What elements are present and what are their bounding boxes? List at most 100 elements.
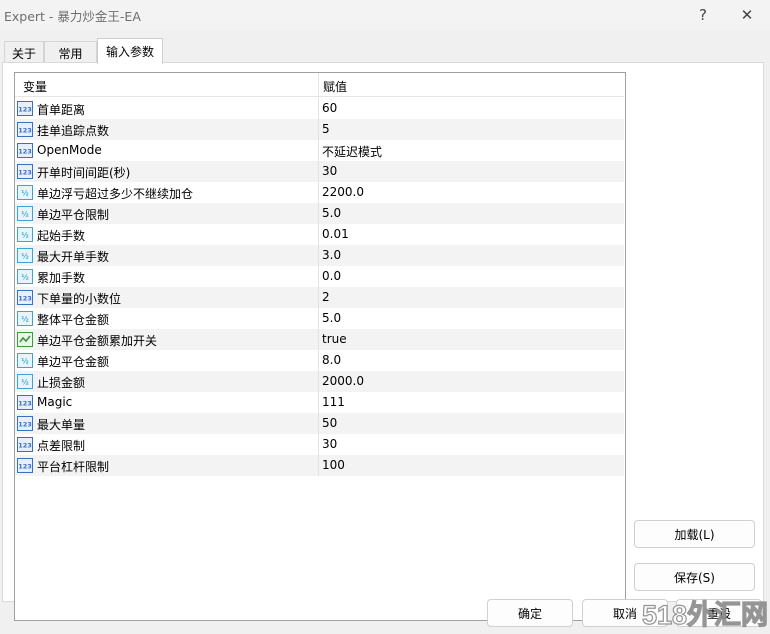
svg-text:518外汇网: 518外汇网	[642, 600, 768, 630]
svg-text:½: ½	[21, 253, 28, 261]
double-icon: ½	[17, 374, 33, 389]
double-icon: ½	[17, 227, 33, 242]
double-icon: ½	[17, 206, 33, 221]
cell-divider	[318, 455, 319, 476]
svg-text:½: ½	[21, 379, 28, 387]
double-icon: ½	[17, 269, 33, 284]
svg-text:½: ½	[21, 190, 28, 198]
svg-text:123: 123	[18, 106, 32, 114]
parameter-value[interactable]: 100	[322, 458, 345, 472]
int-123-icon: 123	[17, 395, 33, 410]
load-button[interactable]: 加载(L)	[634, 520, 755, 548]
column-header-value[interactable]: 赋值	[323, 78, 347, 95]
table-row[interactable]: 123 OpenMode 不延迟模式	[15, 140, 624, 161]
parameter-value[interactable]: 5.0	[322, 311, 341, 325]
parameter-value[interactable]: 不延迟模式	[322, 143, 382, 160]
parameter-value[interactable]: 5.0	[322, 206, 341, 220]
parameter-name: 累加手数	[37, 271, 86, 285]
help-button[interactable]: ?	[680, 0, 726, 30]
parameter-value[interactable]: 0.01	[322, 227, 349, 241]
parameter-value[interactable]: 0.0	[322, 269, 341, 283]
parameter-name: Magic	[37, 395, 73, 409]
parameter-name: 点差限制	[37, 439, 86, 453]
svg-text:½: ½	[21, 358, 28, 366]
table-row[interactable]: ½ 最大开单手数 3.0	[15, 245, 624, 266]
table-row[interactable]: 123 开单时间间距(秒) 30	[15, 161, 624, 182]
parameter-value[interactable]: 2200.0	[322, 185, 364, 199]
cell-divider	[318, 287, 319, 308]
parameter-name: 平台杠杆限制	[37, 460, 110, 474]
parameter-value[interactable]: 2000.0	[322, 374, 364, 388]
column-divider[interactable]	[318, 73, 319, 97]
parameter-value[interactable]: 8.0	[322, 353, 341, 367]
parameter-name: 最大开单手数	[37, 250, 110, 264]
table-row[interactable]: 123 下单量的小数位 2	[15, 287, 624, 308]
cell-divider	[318, 392, 319, 413]
parameter-name: 下单量的小数位	[37, 292, 122, 306]
table-row[interactable]: ½ 单边平仓限制 5.0	[15, 203, 624, 224]
parameter-value[interactable]: true	[322, 332, 347, 346]
svg-text:123: 123	[18, 169, 32, 177]
cell-divider	[318, 329, 319, 350]
int-123-icon: 123	[17, 416, 33, 431]
cell-divider	[318, 140, 319, 161]
table-row[interactable]: 123 首单距离 60	[15, 98, 624, 119]
cell-divider	[318, 224, 319, 245]
table-row[interactable]: ½ 累加手数 0.0	[15, 266, 624, 287]
cell-divider	[318, 119, 319, 140]
int-123-icon: 123	[17, 290, 33, 305]
parameter-name: OpenMode	[37, 143, 102, 157]
parameter-name: 单边浮亏超过多少不继续加仓	[37, 187, 194, 201]
table-row[interactable]: ½ 单边平仓金额 8.0	[15, 350, 624, 371]
tab-about[interactable]: 关于	[4, 41, 44, 64]
table-row[interactable]: 123 挂单追踪点数 5	[15, 119, 624, 140]
parameter-value[interactable]: 5	[322, 122, 330, 136]
parameter-name: 整体平仓金额	[37, 313, 110, 327]
parameter-value[interactable]: 30	[322, 437, 337, 451]
table-row[interactable]: ½ 整体平仓金额 5.0	[15, 308, 624, 329]
parameter-name: 单边平仓金额	[37, 355, 110, 369]
double-icon: ½	[17, 185, 33, 200]
table-row[interactable]: 123 点差限制 30	[15, 434, 624, 455]
svg-text:123: 123	[18, 148, 32, 156]
table-row[interactable]: ½ 起始手数 0.01	[15, 224, 624, 245]
cell-divider	[318, 434, 319, 455]
parameter-name: 起始手数	[37, 229, 86, 243]
table-row[interactable]: 单边平仓金额累加开关 true	[15, 329, 624, 350]
svg-text:123: 123	[18, 400, 32, 408]
int-123-icon: 123	[17, 101, 33, 116]
bool-icon	[17, 332, 33, 347]
table-row[interactable]: ½ 止损金额 2000.0	[15, 371, 624, 392]
svg-text:½: ½	[21, 316, 28, 324]
double-icon: ½	[17, 353, 33, 368]
table-row[interactable]: 123 Magic 111	[15, 392, 624, 413]
parameter-value[interactable]: 60	[322, 101, 337, 115]
save-button[interactable]: 保存(S)	[634, 563, 755, 591]
close-button[interactable]: ✕	[724, 0, 770, 30]
parameters-grid[interactable]: 变量 赋值 123 首单距离 60 123 挂单追踪点数 5 123 OpenMode 不延迟模…	[14, 72, 626, 621]
svg-text:123: 123	[18, 295, 32, 303]
parameter-value[interactable]: 30	[322, 164, 337, 178]
int-123-icon: 123	[17, 458, 33, 473]
parameter-value[interactable]: 50	[322, 416, 337, 430]
ok-button[interactable]: 确定	[487, 599, 573, 627]
parameter-name: 最大单量	[37, 418, 86, 432]
svg-text:123: 123	[18, 442, 32, 450]
table-row[interactable]: 123 最大单量 50	[15, 413, 624, 434]
parameter-name: 开单时间间距(秒)	[37, 166, 131, 180]
tab-inputs[interactable]: 输入参数	[97, 38, 163, 64]
table-row[interactable]: 123 平台杠杆限制 100	[15, 455, 624, 476]
parameter-name: 挂单追踪点数	[37, 124, 110, 138]
watermark-logo: 518外汇网	[641, 599, 768, 630]
cell-divider	[318, 371, 319, 392]
column-header-variable[interactable]: 变量	[23, 78, 47, 95]
parameter-value[interactable]: 111	[322, 395, 345, 409]
parameter-value[interactable]: 3.0	[322, 248, 341, 262]
cell-divider	[318, 413, 319, 434]
cell-divider	[318, 161, 319, 182]
parameter-name: 止损金额	[37, 376, 86, 390]
tab-common[interactable]: 常用	[44, 41, 97, 64]
double-icon: ½	[17, 311, 33, 326]
parameter-value[interactable]: 2	[322, 290, 330, 304]
table-row[interactable]: ½ 单边浮亏超过多少不继续加仓 2200.0	[15, 182, 624, 203]
